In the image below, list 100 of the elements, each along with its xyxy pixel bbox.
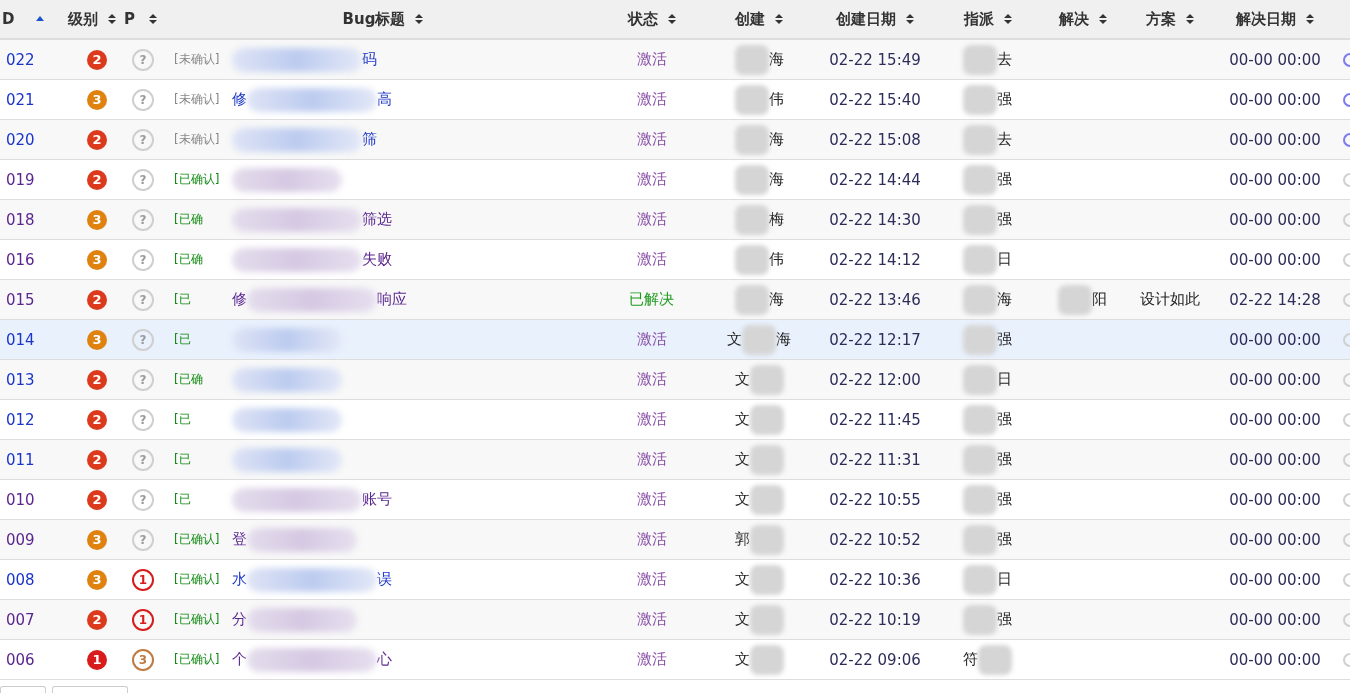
priority-badge: ?	[132, 368, 154, 391]
severity-badge: 2	[87, 289, 107, 310]
resolved-date: 00-00 00:00	[1229, 410, 1321, 429]
column-header[interactable]: 指派	[963, 9, 994, 29]
bug-id-link[interactable]: 019	[0, 170, 35, 189]
bug-id-link[interactable]: 011	[0, 450, 35, 469]
bug-id-link[interactable]: 010	[0, 490, 35, 509]
created-date: 02-22 13:46	[829, 290, 921, 309]
column-header[interactable]: 方案	[1146, 9, 1176, 29]
status-text: 激活	[636, 250, 667, 269]
bug-id-link[interactable]: 020	[0, 130, 35, 149]
table-row[interactable]: 015 2 ? [已 修 响应 已解决 海 02-22 13:46 海 阳 设计如此 02-22 14:28	[0, 280, 1350, 320]
table-row[interactable]: 022 2 ? [未确认] 码 激活 海 02-22 15:49 去 00-00 00:00	[0, 40, 1350, 80]
table-row[interactable]: 007 2 1 [已确认] 分 激活 文 02-22 10:19 强 00-00 00:00	[0, 600, 1350, 640]
sort-icon[interactable]	[108, 13, 116, 25]
sort-icon[interactable]	[1186, 13, 1194, 25]
table-row[interactable]: 018 3 ? [已确 筛选 激活 梅 02-22 14:30 强 00-00 00:00	[0, 200, 1350, 240]
bug-id-link[interactable]: 008	[0, 570, 35, 589]
bug-id-link[interactable]: 022	[0, 50, 35, 69]
assignee-name: 海	[997, 290, 1012, 309]
status-text: 激活	[636, 570, 667, 589]
bug-id-link[interactable]: 009	[0, 530, 35, 549]
bug-title-link[interactable]: 高	[377, 90, 392, 109]
sort-icon[interactable]	[149, 13, 157, 25]
bug-title-link[interactable]: 筛	[362, 130, 377, 149]
confirmation-tag: [已确	[174, 251, 228, 268]
bug-id-link[interactable]: 007	[0, 610, 35, 629]
bug-id-link[interactable]: 018	[0, 210, 35, 229]
bug-title-link[interactable]: 修	[232, 90, 247, 109]
bug-title-link[interactable]: 响应	[377, 290, 407, 309]
sort-icon[interactable]	[1098, 13, 1107, 25]
priority-badge: 1	[132, 568, 154, 591]
bug-id-link[interactable]: 015	[0, 290, 35, 309]
severity-badge: 3	[87, 569, 107, 590]
column-header[interactable]: 创建日期	[836, 9, 896, 29]
column-header[interactable]: 状态	[627, 9, 658, 29]
status-text: 激活	[636, 130, 667, 149]
creator-name: 文	[727, 330, 742, 349]
bug-id-link[interactable]: 012	[0, 410, 35, 429]
created-date: 02-22 10:19	[829, 610, 921, 629]
redaction-blur	[749, 604, 784, 635]
redaction-blur	[963, 484, 997, 515]
creator-name: 郭	[734, 530, 750, 549]
assignee-name: 强	[997, 210, 1012, 229]
bug-title-link[interactable]: 码	[362, 50, 377, 69]
redaction-blur	[963, 164, 997, 195]
bug-id-link[interactable]: 021	[0, 90, 35, 109]
confirmation-tag: [未确认]	[174, 91, 228, 108]
table-row[interactable]: 013 2 ? [已确 激活 文 02-22 12:00 日 00-00 00:00	[0, 360, 1350, 400]
sort-icon[interactable]	[667, 13, 676, 25]
bug-id-link[interactable]: 014	[0, 330, 35, 349]
confirmation-tag: [未确认]	[174, 131, 228, 148]
bug-title-link[interactable]: 分	[232, 610, 247, 629]
severity-badge: 2	[87, 49, 107, 70]
creator-name: 梅	[768, 210, 784, 229]
sort-icon[interactable]	[906, 13, 914, 25]
sort-icon[interactable]	[775, 13, 783, 25]
bug-title-link[interactable]: 个	[232, 650, 247, 669]
sort-icon[interactable]	[415, 13, 424, 25]
column-header[interactable]: 创建	[735, 9, 765, 29]
table-row[interactable]: 006 1 3 [已确认] 个 心 激活 文 02-22 09:06 符 00-00 00:00	[0, 640, 1350, 680]
table-row[interactable]: 011 2 ? [已 激活 文 02-22 11:31 强 00-00 00:00	[0, 440, 1350, 480]
severity-badge: 2	[87, 609, 107, 630]
severity-badge: 2	[87, 169, 107, 190]
redaction-blur	[734, 44, 769, 75]
assignee-name: 强	[997, 530, 1012, 549]
bug-title-link[interactable]: 失败	[362, 250, 392, 269]
bug-id-link[interactable]: 013	[0, 370, 35, 389]
redaction-blur	[734, 284, 769, 315]
column-header[interactable]: Bug标题	[342, 9, 406, 29]
bug-title-link[interactable]: 心	[377, 650, 392, 669]
resolved-date: 00-00 00:00	[1229, 50, 1321, 69]
column-header[interactable]: 级别	[68, 9, 98, 29]
table-row[interactable]: 020 2 ? [未确认] 筛 激活 海 02-22 15:08 去 00-00 00:00	[0, 120, 1350, 160]
bug-id-link[interactable]: 016	[0, 250, 35, 269]
redaction-blur	[734, 84, 769, 115]
column-header[interactable]: P	[124, 10, 135, 28]
sort-icon[interactable]	[1003, 13, 1012, 25]
bug-title-link[interactable]: 修	[232, 290, 247, 309]
creator-name: 海	[768, 130, 784, 149]
confirmation-tag: [已	[174, 331, 228, 348]
confirmation-tag: [已	[174, 451, 228, 468]
created-date: 02-22 14:30	[829, 210, 921, 229]
status-text: 激活	[636, 490, 667, 509]
sort-icon[interactable]	[1306, 13, 1314, 25]
bug-title-link[interactable]: 筛选	[362, 210, 392, 229]
confirmation-tag: [已	[174, 411, 228, 428]
column-header[interactable]: 解决	[1058, 9, 1089, 29]
confirmation-tag: [已确认]	[174, 531, 228, 548]
table-row[interactable]: 014 3 ? [已 激活 文 海 02-22 12:17 强 00-00 00:00	[0, 320, 1350, 360]
resolved-date: 00-00 00:00	[1229, 610, 1321, 629]
bug-title-link[interactable]: 账号	[362, 490, 392, 509]
bug-title-link[interactable]: 水	[232, 570, 247, 589]
column-header[interactable]: 解决日期	[1236, 9, 1296, 29]
column-header[interactable]: D	[2, 10, 15, 28]
bug-id-link[interactable]: 006	[0, 650, 35, 669]
table-row[interactable]: 009 3 ? [已确认] 登 激活 郭 02-22 10:52 强 00-00 00:00	[0, 520, 1350, 560]
bug-title-link[interactable]: 误	[377, 570, 392, 589]
bug-title-link[interactable]: 登	[232, 530, 247, 549]
redaction-blur	[734, 124, 769, 155]
